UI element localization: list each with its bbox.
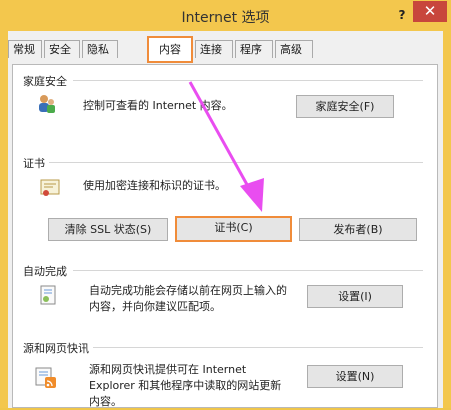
autocomplete-divider — [73, 270, 423, 271]
certificates-divider — [47, 162, 423, 163]
feeds-icon — [34, 365, 56, 388]
feeds-desc-line-2: Explorer 和其他程序中读取的网站更新 — [89, 379, 282, 392]
family-safety-description: 控制可查看的 Internet 内容。 — [83, 99, 233, 112]
autocomplete-desc-line-2: 内容，并向你建议匹配项。 — [89, 300, 221, 313]
family-safety-icon — [36, 93, 58, 115]
publishers-button[interactable]: 发布者(B) — [299, 218, 417, 241]
title-bar: Internet 选项 ? ✕ — [0, 0, 451, 32]
certificates-label: 证书 — [23, 155, 49, 171]
certificates-description: 使用加密连接和标识的证书。 — [83, 179, 226, 192]
window-title: Internet 选项 — [181, 10, 270, 26]
feeds-label: 源和网页快讯 — [23, 340, 93, 356]
tab-privacy[interactable]: 隐私 — [82, 40, 118, 58]
close-button[interactable]: ✕ — [413, 1, 447, 22]
tab-programs[interactable]: 程序 — [235, 40, 273, 58]
tab-general[interactable]: 常规 — [8, 40, 42, 58]
certificates-button[interactable]: 证书(C) — [175, 216, 292, 242]
autocomplete-description: 自动完成功能会存储以前在网页上输入的 内容，并向你建议匹配项。 — [89, 283, 287, 315]
content-tab-panel: 家庭安全 控制可查看的 Internet 内容。 家庭安全(F) 证书 使用加密… — [12, 64, 438, 408]
dialog-body: 常规 安全 隐私 内容 连接 程序 高级 家庭安全 控制可查看的 Interne… — [8, 31, 443, 408]
family-safety-button[interactable]: 家庭安全(F) — [296, 95, 394, 118]
help-button[interactable]: ? — [392, 6, 412, 24]
family-safety-label: 家庭安全 — [23, 73, 71, 89]
tab-security[interactable]: 安全 — [44, 40, 80, 58]
autocomplete-icon — [37, 284, 59, 306]
family-safety-divider — [73, 80, 423, 81]
autocomplete-settings-button[interactable]: 设置(I) — [307, 285, 403, 308]
feeds-desc-line-1: 源和网页快讯提供可在 Internet — [89, 363, 247, 376]
clear-ssl-button[interactable]: 清除 SSL 状态(S) — [48, 218, 168, 241]
feeds-description: 源和网页快讯提供可在 Internet Explorer 和其他程序中读取的网站… — [89, 362, 281, 410]
autocomplete-desc-line-1: 自动完成功能会存储以前在网页上输入的 — [89, 284, 287, 297]
feeds-settings-button[interactable]: 设置(N) — [307, 365, 403, 388]
autocomplete-label: 自动完成 — [23, 263, 71, 279]
tab-content[interactable]: 内容 — [147, 36, 193, 63]
tab-connections[interactable]: 连接 — [195, 40, 233, 58]
feeds-divider — [93, 347, 423, 348]
internet-options-window: Internet 选项 ? ✕ 常规 安全 隐私 内容 连接 程序 高级 家庭安… — [0, 0, 451, 408]
tab-advanced[interactable]: 高级 — [275, 40, 313, 58]
certificate-icon — [39, 177, 61, 199]
